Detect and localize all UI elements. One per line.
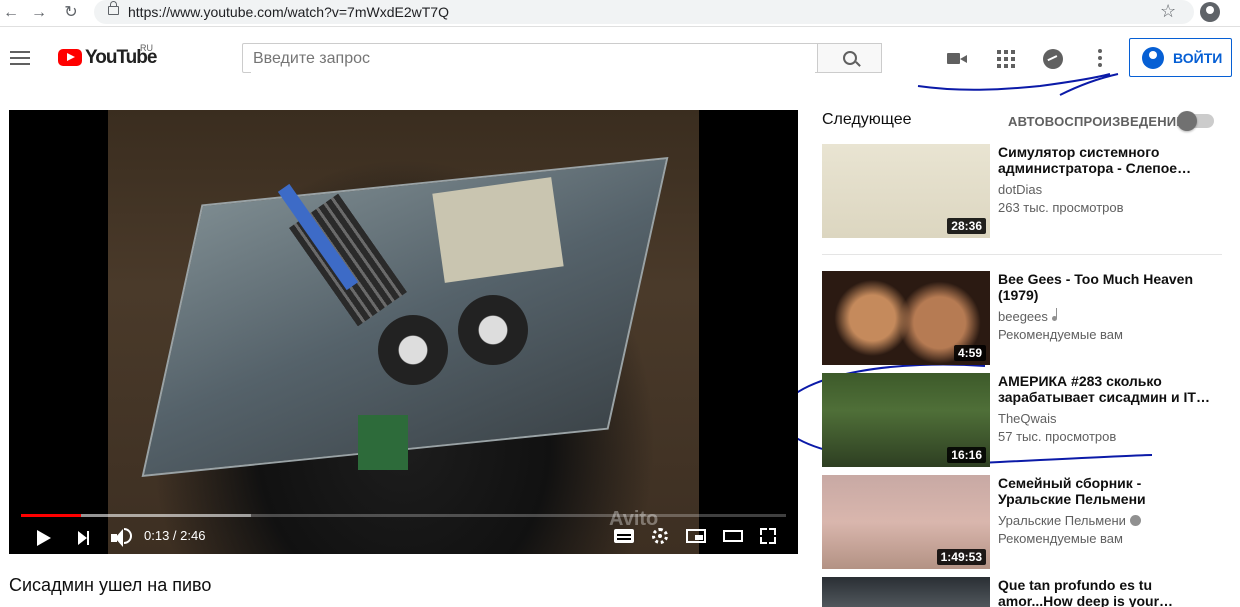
recommended-video[interactable]: 4:59 Bee Gees - Too Much Heaven (1979) b… xyxy=(822,271,1222,365)
fan-image xyxy=(378,315,448,385)
divider xyxy=(822,254,1222,255)
forward-arrow-icon[interactable]: → xyxy=(28,2,50,24)
search-button[interactable] xyxy=(817,43,882,73)
next-icon[interactable] xyxy=(78,531,89,545)
video-player[interactable]: Avito 0:13 / 2:46 xyxy=(9,110,798,554)
fan-image-2 xyxy=(458,295,528,365)
signin-button[interactable]: ВОЙТИ xyxy=(1129,38,1232,77)
settings-gear-icon[interactable] xyxy=(652,528,668,544)
youtube-header: YouTube RU ВОЙТИ xyxy=(0,27,1240,89)
channel-row[interactable]: Уральские Пельмени xyxy=(998,513,1141,528)
messages-icon[interactable] xyxy=(1043,49,1063,69)
theater-mode-icon[interactable] xyxy=(723,530,743,542)
subtitles-icon[interactable] xyxy=(614,529,634,543)
recommended-video[interactable]: 28:36 Симулятор системного администратор… xyxy=(822,144,1222,238)
channel-row[interactable]: beegees xyxy=(998,308,1057,324)
recommendation-reason: Рекомендуемые вам xyxy=(998,327,1123,342)
verified-icon xyxy=(1129,515,1141,526)
music-note-icon xyxy=(1051,308,1057,321)
search-box xyxy=(242,43,818,73)
duration-badge: 1:49:53 xyxy=(936,549,986,565)
duration-badge: 4:59 xyxy=(953,345,986,361)
autoplay-toggle[interactable] xyxy=(1177,111,1214,131)
video-thumbnail[interactable]: 28:36 xyxy=(822,144,990,238)
progress-played xyxy=(21,514,81,517)
video-card-title[interactable]: Que tan profundo es tu amor...How deep i… xyxy=(998,577,1218,607)
view-count: 263 тыс. просмотров xyxy=(998,200,1124,215)
fullscreen-icon[interactable] xyxy=(760,528,776,544)
lock-icon xyxy=(108,1,119,15)
more-options-icon[interactable] xyxy=(1097,49,1103,69)
player-controls: 0:13 / 2:46 xyxy=(9,522,798,554)
apps-grid-icon[interactable] xyxy=(996,49,1016,69)
psu-image xyxy=(432,177,564,283)
progress-bar[interactable] xyxy=(21,514,786,517)
video-card-title[interactable]: Семейный сборник - Уральские Пельмени xyxy=(998,475,1218,507)
video-thumbnail[interactable]: 1:49:53 xyxy=(822,475,990,569)
video-frame[interactable] xyxy=(108,110,699,554)
bookmark-star-icon[interactable]: ☆ xyxy=(1160,1,1176,22)
search-input[interactable] xyxy=(251,45,815,73)
menu-icon[interactable] xyxy=(10,51,30,65)
video-card-title[interactable]: АМЕРИКА #283 сколько зарабатывает сисадм… xyxy=(998,373,1218,405)
reload-icon[interactable]: ↻ xyxy=(60,2,82,24)
recommended-video[interactable]: 16:16 АМЕРИКА #283 сколько зарабатывает … xyxy=(822,373,1222,467)
browser-toolbar: ← → ↻ https://www.youtube.com/watch?v=7m… xyxy=(0,0,1240,27)
duration-badge: 28:36 xyxy=(947,218,986,234)
channel-name[interactable]: beegees xyxy=(998,309,1048,324)
volume-icon[interactable] xyxy=(111,528,132,547)
back-arrow-icon[interactable]: ← xyxy=(0,2,22,24)
account-icon xyxy=(1142,47,1164,69)
recommended-video[interactable]: Que tan profundo es tu amor...How deep i… xyxy=(822,577,1222,607)
search-icon xyxy=(843,51,857,65)
address-bar[interactable]: https://www.youtube.com/watch?v=7mWxdE2w… xyxy=(94,0,1194,24)
video-thumbnail[interactable]: 4:59 xyxy=(822,271,990,365)
video-card-title[interactable]: Bee Gees - Too Much Heaven (1979) xyxy=(998,271,1218,303)
url-text[interactable]: https://www.youtube.com/watch?v=7mWxdE2w… xyxy=(128,4,449,20)
video-title: Сисадмин ушел на пиво xyxy=(9,575,212,595)
recommendation-reason: Рекомендуемые вам xyxy=(998,531,1123,546)
time-display: 0:13 / 2:46 xyxy=(144,528,206,543)
video-thumbnail[interactable] xyxy=(822,577,990,607)
autoplay-label: АВТОВОСПРОИЗВЕДЕНИЕ xyxy=(1008,114,1186,129)
view-count: 57 тыс. просмотров xyxy=(998,429,1117,444)
signin-label: ВОЙТИ xyxy=(1173,50,1223,66)
duration-badge: 16:16 xyxy=(947,447,986,463)
browser-profile-icon[interactable] xyxy=(1200,2,1220,22)
youtube-play-icon xyxy=(58,49,82,66)
pcb-image xyxy=(358,415,408,470)
region-code: RU xyxy=(140,43,153,53)
channel-name[interactable]: TheQwais xyxy=(998,411,1057,426)
create-video-icon[interactable] xyxy=(947,49,967,69)
channel-name[interactable]: dotDias xyxy=(998,182,1042,197)
recommended-video[interactable]: 1:49:53 Семейный сборник - Уральские Пел… xyxy=(822,475,1222,569)
video-card-title[interactable]: Симулятор системного администратора - Сл… xyxy=(998,144,1218,176)
video-thumbnail[interactable]: 16:16 xyxy=(822,373,990,467)
channel-name[interactable]: Уральские Пельмени xyxy=(998,513,1126,528)
play-icon[interactable] xyxy=(37,530,51,546)
up-next-heading: Следующее xyxy=(822,111,912,128)
miniplayer-icon[interactable] xyxy=(686,529,706,543)
